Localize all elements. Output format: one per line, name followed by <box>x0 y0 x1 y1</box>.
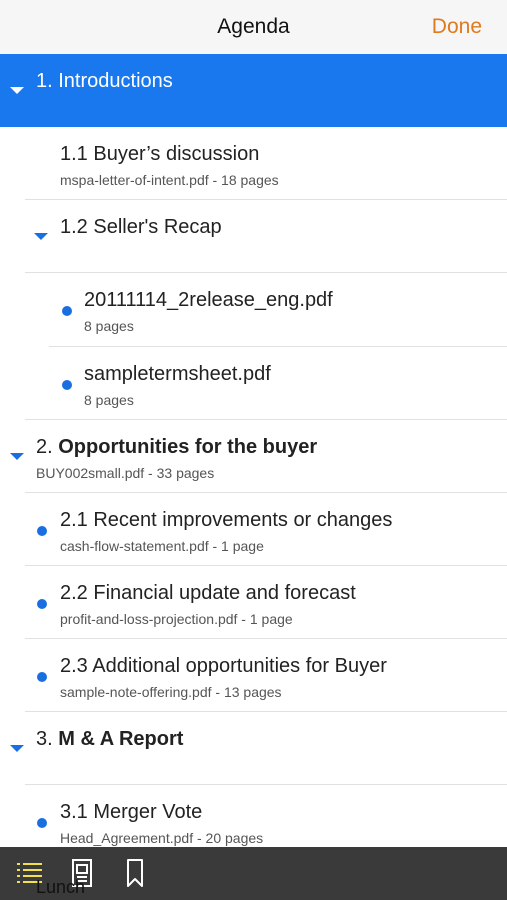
document-bullet-icon <box>37 818 47 828</box>
agenda-item-subtitle: cash-flow-statement.pdf - 1 page <box>60 538 264 554</box>
agenda-item-title: sampletermsheet.pdf <box>84 363 271 385</box>
agenda-item-title: 3.1 Merger Vote <box>60 801 203 823</box>
agenda-item-buyers-discussion[interactable]: 1.1 Buyer’s discussion mspa-letter-of-in… <box>0 127 507 200</box>
agenda-item-financial-update[interactable]: 2.2 Financial update and forecast profit… <box>0 566 507 639</box>
document-bullet-icon <box>37 599 47 609</box>
document-bullet-icon <box>37 526 47 536</box>
agenda-item-subtitle: BUY002small.pdf - 33 pages <box>36 465 215 481</box>
agenda-item-title: 1.2 Seller's Recap <box>60 216 222 238</box>
agenda-item-title: 1.1 Buyer’s discussion <box>60 143 260 165</box>
agenda-item-title: 2.1 Recent improvements or changes <box>60 509 393 531</box>
expanded-caret-icon[interactable] <box>10 87 24 94</box>
document-bullet-icon <box>62 380 72 390</box>
agenda-document-termsheet[interactable]: sampletermsheet.pdf 8 pages <box>0 347 507 420</box>
agenda-item-title: 2. Opportunities for the buyer <box>36 436 318 458</box>
next-agenda-item-peek: Lunch <box>36 877 86 897</box>
agenda-item-title: 2.2 Financial update and forecast <box>60 582 356 604</box>
document-bullet-icon <box>37 672 47 682</box>
agenda-item-subtitle: 8 pages <box>84 318 134 334</box>
agenda-item-title: 1. Introductions <box>36 70 173 92</box>
agenda-item-subtitle: mspa-letter-of-intent.pdf - 18 pages <box>60 172 279 188</box>
agenda-item-subtitle: 8 pages <box>84 392 134 408</box>
agenda-item-additional-opportunities[interactable]: 2.3 Additional opportunities for Buyer s… <box>0 639 507 712</box>
nav-bar: Agenda Done <box>0 0 507 55</box>
done-button[interactable]: Done <box>432 15 482 39</box>
agenda-item-introductions[interactable]: 1. Introductions <box>0 54 507 127</box>
agenda-document-release[interactable]: 20111114_2release_eng.pdf 8 pages <box>0 273 507 347</box>
agenda-item-sellers-recap[interactable]: 1.2 Seller's Recap <box>0 200 507 273</box>
agenda-item-subtitle: profit-and-loss-projection.pdf - 1 page <box>60 611 293 627</box>
agenda-item-title: 20111114_2release_eng.pdf <box>84 289 333 311</box>
expanded-caret-icon[interactable] <box>34 233 48 240</box>
agenda-item-ma-report[interactable]: 3. M & A Report <box>0 712 507 785</box>
agenda-item-opportunities[interactable]: 2. Opportunities for the buyer BUY002sma… <box>0 420 507 493</box>
document-bullet-icon <box>62 306 72 316</box>
agenda-item-title: 2.3 Additional opportunities for Buyer <box>60 655 387 677</box>
expanded-caret-icon[interactable] <box>10 453 24 460</box>
agenda-item-title: 3. M & A Report <box>36 728 184 750</box>
agenda-item-subtitle: sample-note-offering.pdf - 13 pages <box>60 684 282 700</box>
agenda-item-subtitle: Head_Agreement.pdf - 20 pages <box>60 830 264 846</box>
bookmark-icon[interactable] <box>119 857 151 889</box>
expanded-caret-icon[interactable] <box>10 745 24 752</box>
agenda-list: 1. Introductions 1.1 Buyer’s discussion … <box>0 54 507 858</box>
agenda-item-recent-improvements[interactable]: 2.1 Recent improvements or changes cash-… <box>0 493 507 566</box>
